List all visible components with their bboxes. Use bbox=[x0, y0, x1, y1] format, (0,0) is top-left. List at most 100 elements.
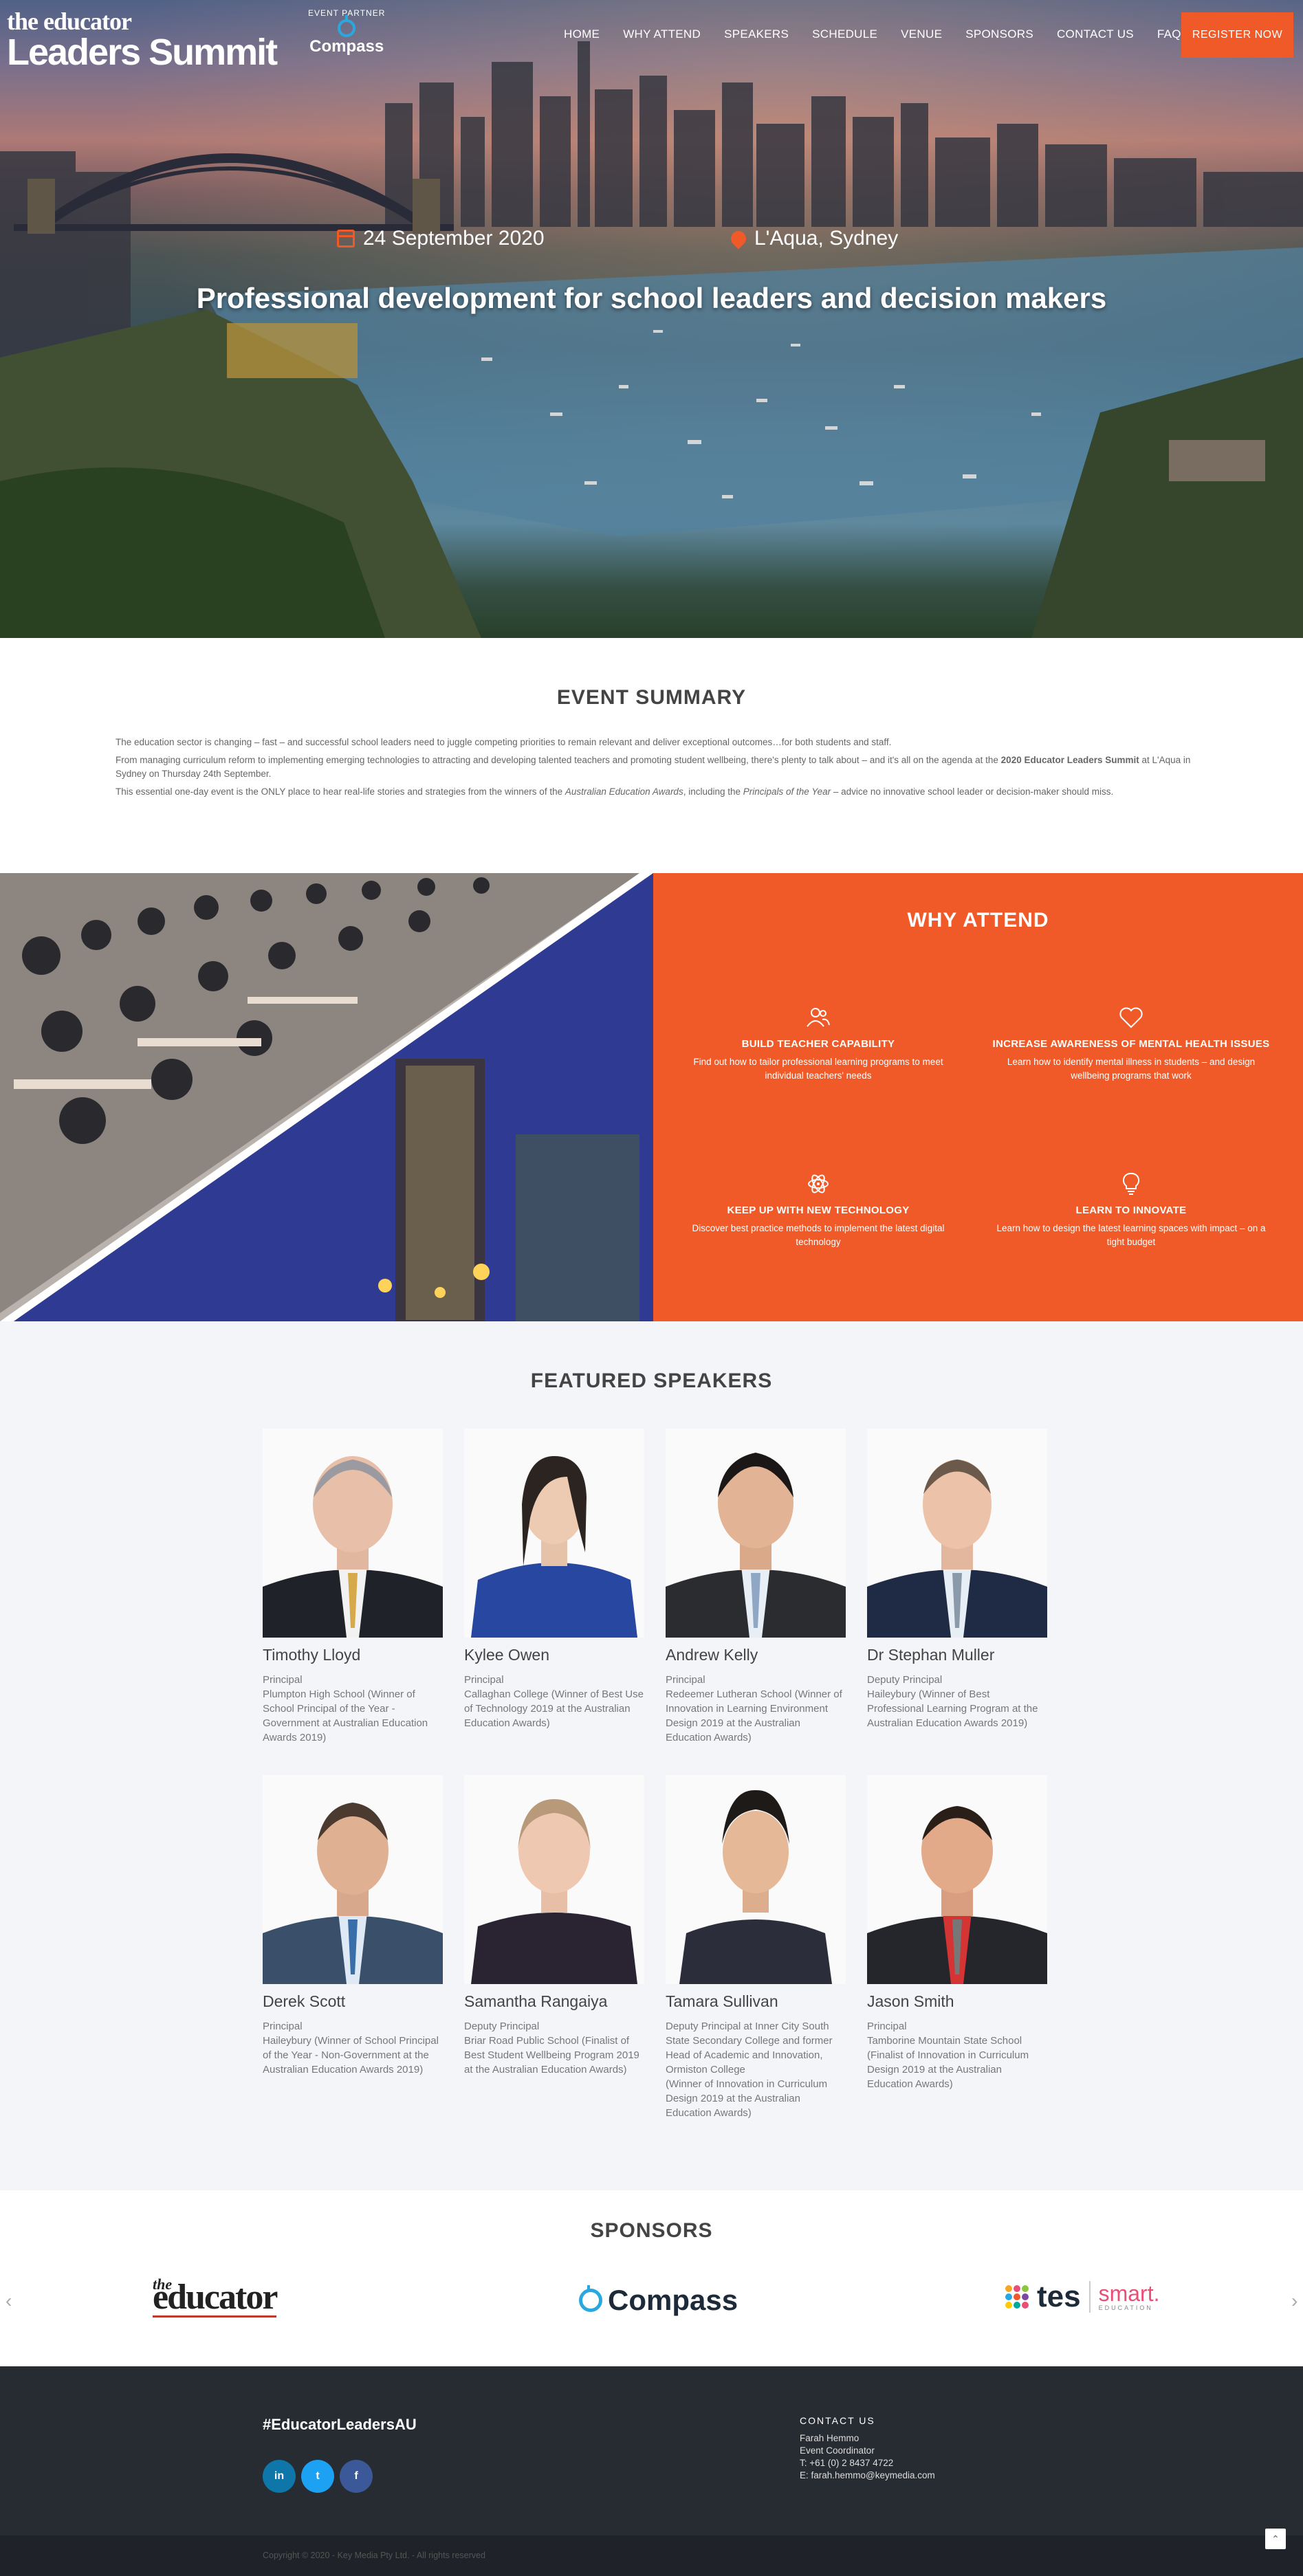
smart-education-logo: smart. EDUCATION bbox=[1099, 2282, 1160, 2311]
event-summary-body: The education sector is changing – fast … bbox=[116, 736, 1192, 803]
register-now-button[interactable]: REGISTER NOW bbox=[1181, 12, 1293, 58]
feature-learn-to-innovate: LEARN TO INNOVATE Learn how to design th… bbox=[987, 1170, 1275, 1249]
event-venue: L'Aqua, Sydney bbox=[727, 227, 899, 250]
tes-flower-icon bbox=[1005, 2285, 1029, 2309]
sponsor-logo-compass[interactable]: Compass bbox=[579, 2284, 738, 2317]
contact-name: Farah Hemmo bbox=[800, 2433, 859, 2443]
site-footer: #EducatorLeadersAU in t f CONTACT US Far… bbox=[0, 2366, 1303, 2535]
speaker-name: Timothy Lloyd bbox=[263, 1646, 361, 1664]
why-attend-photo-collage bbox=[0, 873, 653, 1321]
speaker-card[interactable]: Dr Stephan Muller Deputy Principal Haile… bbox=[867, 1429, 1047, 1730]
speaker-name: Andrew Kelly bbox=[666, 1646, 758, 1664]
contact-email[interactable]: E: farah.hemmo@keymedia.com bbox=[800, 2469, 935, 2482]
speaker-photo bbox=[464, 1429, 644, 1638]
educator-logo-small: the bbox=[153, 2276, 173, 2293]
speaker-name: Tamara Sullivan bbox=[666, 1992, 778, 2010]
carousel-prev-icon[interactable]: ‹ bbox=[6, 2290, 12, 2312]
smart-wordmark: smart. bbox=[1098, 2281, 1160, 2306]
carousel-next-icon[interactable]: › bbox=[1291, 2290, 1297, 2312]
speaker-photo bbox=[263, 1429, 443, 1638]
speaker-role: Principal bbox=[666, 1674, 705, 1686]
linkedin-icon[interactable]: in bbox=[263, 2460, 296, 2493]
speaker-photo bbox=[867, 1775, 1047, 1984]
speaker-card[interactable]: Kylee Owen Principal Callaghan College (… bbox=[464, 1429, 644, 1730]
speaker-role: Deputy Principal bbox=[867, 1674, 943, 1686]
feature-mental-health: INCREASE AWARENESS OF MENTAL HEALTH ISSU… bbox=[987, 1004, 1275, 1083]
heart-icon bbox=[1117, 1004, 1145, 1031]
speaker-role: Principal bbox=[464, 1674, 504, 1686]
nav-schedule[interactable]: SCHEDULE bbox=[812, 27, 877, 41]
sponsors-title: SPONSORS bbox=[590, 2219, 713, 2242]
featured-speakers-section: FEATURED SPEAKERS Timothy Lloyd Principa… bbox=[0, 1321, 1303, 2190]
speaker-photo bbox=[263, 1775, 443, 1984]
logo-big-text: Leaders Summit bbox=[7, 32, 278, 73]
twitter-icon[interactable]: t bbox=[301, 2460, 334, 2493]
nav-why-attend[interactable]: WHY ATTEND bbox=[623, 27, 701, 41]
event-date-text: 24 September 2020 bbox=[363, 227, 545, 250]
speaker-card[interactable]: Timothy Lloyd Principal Plumpton High Sc… bbox=[263, 1429, 443, 1745]
speaker-card[interactable]: Jason Smith Principal Tamborine Mountain… bbox=[867, 1775, 1047, 2091]
speaker-name: Jason Smith bbox=[867, 1992, 954, 2010]
footer-contact: CONTACT US Farah Hemmo Event Coordinator… bbox=[800, 2414, 935, 2482]
speaker-card[interactable]: Tamara Sullivan Deputy Principal at Inne… bbox=[666, 1775, 846, 2120]
footer-hashtag: #EducatorLeadersAU bbox=[263, 2416, 417, 2433]
map-pin-icon bbox=[727, 228, 749, 250]
feature-title: INCREASE AWARENESS OF MENTAL HEALTH ISSU… bbox=[992, 1038, 1270, 1050]
contact-title: Event Coordinator bbox=[800, 2445, 875, 2456]
featured-speakers-title: FEATURED SPEAKERS bbox=[530, 1369, 773, 1392]
logo-divider bbox=[1088, 2281, 1091, 2313]
speaker-role: Principal bbox=[867, 2021, 907, 2032]
nav-venue[interactable]: VENUE bbox=[901, 27, 942, 41]
compass-wordmark: Compass bbox=[608, 2284, 738, 2316]
feature-new-technology: KEEP UP WITH NEW TECHNOLOGY Discover bes… bbox=[674, 1170, 963, 1249]
speaker-organisation: Tamborine Mountain State School (Finalis… bbox=[867, 2035, 1029, 2090]
speaker-role: Deputy Principal bbox=[464, 2021, 540, 2032]
hero-headline: Professional development for school lead… bbox=[196, 282, 1107, 314]
lightbulb-icon bbox=[1117, 1170, 1145, 1198]
compass-icon bbox=[579, 2285, 602, 2312]
scroll-to-top-icon[interactable]: ⌃ bbox=[1265, 2529, 1286, 2549]
feature-description: Find out how to tailor professional lear… bbox=[693, 1057, 943, 1081]
speaker-card[interactable]: Samantha Rangaiya Deputy Principal Briar… bbox=[464, 1775, 644, 2077]
site-logo[interactable]: the educator Leaders Summit bbox=[7, 9, 278, 73]
summary-paragraph-3: This essential one-day event is the ONLY… bbox=[116, 785, 1192, 799]
summary-award-category: Principals of the Year bbox=[743, 786, 831, 797]
event-venue-text: L'Aqua, Sydney bbox=[754, 227, 899, 250]
nav-sponsors[interactable]: SPONSORS bbox=[965, 27, 1033, 41]
feature-title: KEEP UP WITH NEW TECHNOLOGY bbox=[727, 1204, 910, 1216]
why-attend-title: WHY ATTEND bbox=[907, 909, 1049, 932]
social-links: in t f bbox=[263, 2460, 373, 2493]
summary-awards-name: Australian Education Awards bbox=[565, 786, 683, 797]
feature-description: Learn how to identify mental illness in … bbox=[1007, 1057, 1256, 1081]
summary-event-name: 2020 Educator Leaders Summit bbox=[1000, 755, 1139, 765]
sponsor-logo-the-educator[interactable]: the educator bbox=[153, 2276, 278, 2318]
speaker-organisation: Haileybury (Winner of Best Professional … bbox=[867, 1688, 1038, 1729]
facebook-icon[interactable]: f bbox=[340, 2460, 373, 2493]
summary-paragraph-1: The education sector is changing – fast … bbox=[116, 737, 892, 747]
nav-contact-us[interactable]: CONTACT US bbox=[1057, 27, 1134, 41]
nav-speakers[interactable]: SPEAKERS bbox=[724, 27, 789, 41]
contact-heading: CONTACT US bbox=[800, 2415, 875, 2426]
speaker-card[interactable]: Andrew Kelly Principal Redeemer Lutheran… bbox=[666, 1429, 846, 1745]
contact-phone[interactable]: T: +61 (0) 2 8437 4722 bbox=[800, 2457, 935, 2469]
speaker-organisation: Redeemer Lutheran School (Winner of Inno… bbox=[666, 1688, 842, 1743]
summary-text: This essential one-day event is the ONLY… bbox=[116, 786, 565, 797]
speaker-role: Deputy Principal at Inner City South Sta… bbox=[666, 2021, 833, 2076]
summary-text: , including the bbox=[683, 786, 743, 797]
main-nav: HOME WHY ATTEND SPEAKERS SCHEDULE VENUE … bbox=[564, 27, 1212, 41]
speaker-name: Samantha Rangaiya bbox=[464, 1992, 608, 2010]
speaker-photo bbox=[464, 1775, 644, 1984]
why-attend-panel: WHY ATTEND BUILD TEACHER CAPABILITY Find… bbox=[653, 873, 1303, 1321]
sponsor-logo-tes-smart[interactable]: tes smart. EDUCATION bbox=[1005, 2280, 1159, 2314]
atom-icon bbox=[804, 1170, 832, 1198]
speaker-organisation: Haileybury (Winner of School Principal o… bbox=[263, 2035, 439, 2076]
nav-home[interactable]: HOME bbox=[564, 27, 600, 41]
speaker-organisation: Plumpton High School (Winner of School P… bbox=[263, 1688, 428, 1743]
event-summary-title: EVENT SUMMARY bbox=[556, 686, 747, 709]
feature-title: BUILD TEACHER CAPABILITY bbox=[741, 1038, 895, 1050]
feature-title: LEARN TO INNOVATE bbox=[1075, 1204, 1187, 1216]
speaker-photo bbox=[867, 1429, 1047, 1638]
people-icon bbox=[804, 1004, 832, 1031]
speaker-card[interactable]: Derek Scott Principal Haileybury (Winner… bbox=[263, 1775, 443, 2077]
event-partner[interactable]: EVENT PARTNER Compass bbox=[308, 8, 385, 56]
